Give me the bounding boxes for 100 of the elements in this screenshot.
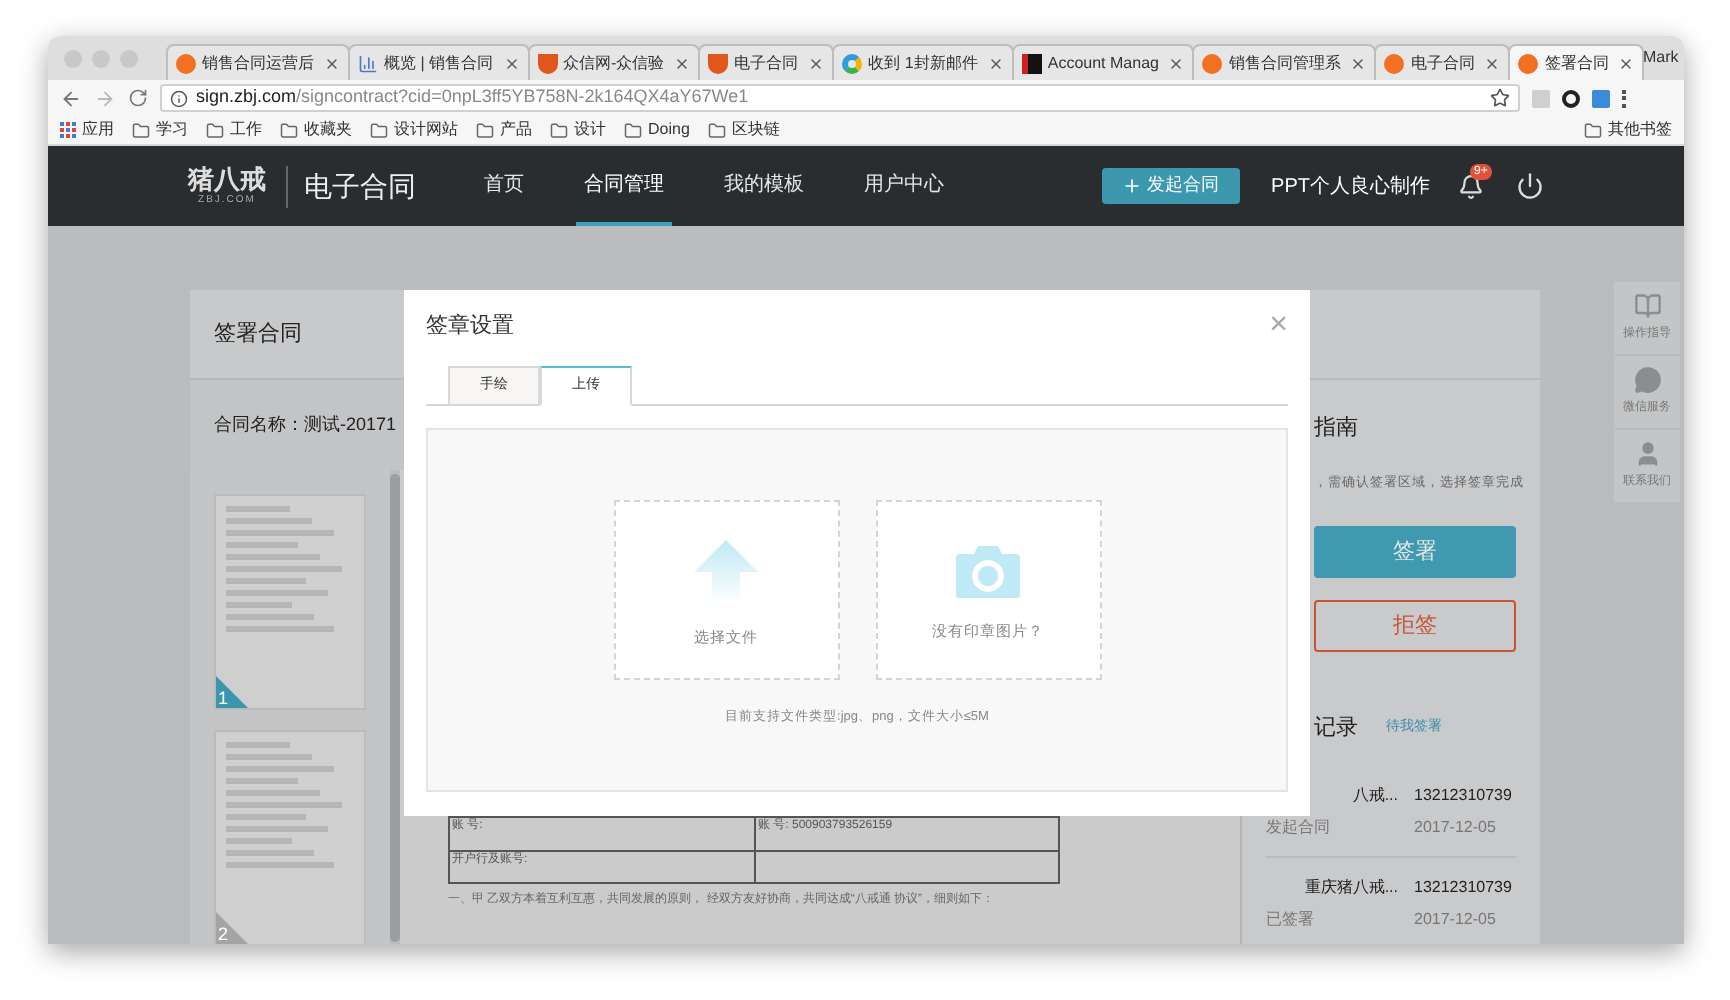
tab-title: 电子合同 <box>734 51 799 75</box>
bookmark-label: 区块链 <box>731 118 780 142</box>
browser-tab[interactable]: Account Manag <box>1011 44 1195 80</box>
site-icon <box>1518 53 1539 73</box>
bookmark-label: 应用 <box>82 118 114 142</box>
tab-title: 收到 1封新邮件 <box>868 51 978 75</box>
address-field[interactable]: sign.zbj.com/signcontract?cid=0npL3ff5YB758N-2k164QX4aY67We1 <box>160 84 1520 112</box>
record-date: 2017-12-05 <box>1414 907 1498 932</box>
folder-icon <box>624 121 642 139</box>
site-icon <box>176 53 196 73</box>
record-name: 重庆猪八戒... <box>1302 875 1400 900</box>
product-title: 电子合同 <box>286 165 416 207</box>
record-status: 已签署 <box>1266 907 1316 932</box>
site-icon <box>1021 53 1042 73</box>
record-status: 发起合同 <box>1266 815 1332 840</box>
tab-title: 销售合同运营后 <box>202 51 314 75</box>
records-title: 记录 <box>1314 714 1358 745</box>
folder-icon <box>206 121 224 139</box>
bookmark-label: 设计 <box>574 118 606 142</box>
close-tab-icon[interactable] <box>503 55 520 71</box>
close-tab-icon[interactable] <box>1168 55 1185 71</box>
close-tab-icon[interactable] <box>1484 55 1501 71</box>
folder-icon <box>550 121 568 139</box>
folder-icon <box>1584 121 1602 139</box>
close-tab-icon[interactable] <box>674 55 691 71</box>
folder-icon <box>476 121 494 139</box>
record-date: 2017-12-05 <box>1414 815 1498 840</box>
bookmark[interactable]: 学习 <box>132 118 188 142</box>
contract-name: 合同名称：测试-20171 <box>214 411 397 438</box>
browser-tab[interactable]: 电子合同 <box>698 44 835 80</box>
browser-tab[interactable]: 收到 1封新邮件 <box>832 44 1014 80</box>
close-tab-icon[interactable] <box>1350 55 1367 71</box>
nav-link[interactable]: 首页 <box>476 146 532 226</box>
browser-tab[interactable]: 签署合同 <box>1508 44 1645 80</box>
bookmark[interactable]: 区块链 <box>707 118 780 142</box>
page-title: 签署合同 <box>214 319 302 350</box>
user-name[interactable]: PPT个人良心制作 <box>1271 171 1430 201</box>
browser-tab[interactable]: 销售合同管理系 <box>1192 44 1377 80</box>
bookmark[interactable]: 设计 <box>550 118 606 142</box>
power-icon[interactable] <box>1516 172 1544 200</box>
nav-link[interactable]: 我的模板 <box>716 146 812 226</box>
bookmark-label: 收藏夹 <box>304 118 352 142</box>
logo-text: 猪八戒 <box>188 166 266 194</box>
tab-title: 销售合同管理系 <box>1228 51 1341 75</box>
record-phone: 13212310739 <box>1414 783 1514 808</box>
bookmark-label: 其他书签 <box>1608 118 1672 142</box>
folder-icon <box>707 121 726 139</box>
browser-tab[interactable]: 众信网-众信验 <box>527 44 701 80</box>
plus-icon <box>1121 176 1142 196</box>
bookmark-label: 工作 <box>230 118 262 142</box>
record-name: 八戒... <box>1350 783 1400 808</box>
bookmark-star-icon[interactable] <box>1490 88 1510 108</box>
bookmark[interactable]: 收藏夹 <box>280 118 352 142</box>
site-icon <box>1202 53 1223 73</box>
profile-name[interactable]: Mark <box>1642 46 1679 70</box>
bookmark[interactable]: 产品 <box>476 118 532 142</box>
notification-bell-icon[interactable] <box>1458 173 1484 199</box>
close-tab-icon[interactable] <box>1618 55 1635 71</box>
page-number-badge: 1 <box>216 676 248 708</box>
close-tab-icon[interactable] <box>324 55 340 71</box>
apps-grid-icon <box>60 122 76 138</box>
nav-link[interactable]: 用户中心 <box>856 146 952 226</box>
bar-chart-icon <box>358 53 378 73</box>
browser-tab[interactable]: 销售合同运营后 <box>166 44 350 80</box>
browser-tab[interactable]: 电子合同 <box>1374 44 1511 80</box>
bookmark[interactable]: 应用 <box>60 118 114 142</box>
close-tab-icon[interactable] <box>808 55 825 71</box>
close-tab-icon[interactable] <box>987 55 1004 71</box>
dialog-title: 签章设置 <box>426 311 514 342</box>
record-phone: 13212310739 <box>1414 875 1514 900</box>
tab-title: 电子合同 <box>1410 51 1475 75</box>
tab-title: 签署合同 <box>1544 51 1609 75</box>
folder-icon <box>132 121 150 139</box>
url-text: sign.zbj.com/signcontract?cid=0npL3ff5YB758N-2k164QX4aY67We1 <box>196 84 749 111</box>
bookmark[interactable]: 工作 <box>206 118 262 142</box>
bookmark-label: Doing <box>648 118 690 142</box>
reload-icon[interactable] <box>128 88 148 108</box>
bookmark-label: 产品 <box>500 118 532 142</box>
bookmark-label: 学习 <box>156 118 188 142</box>
guide-title: 指南 <box>1314 414 1360 444</box>
camera-icon <box>954 544 1022 601</box>
bookmark[interactable]: Doing <box>624 118 690 142</box>
scrollbar[interactable] <box>390 474 400 942</box>
site-icon <box>1384 53 1405 73</box>
page-number-badge: 2 <box>216 912 248 944</box>
shield-icon <box>708 53 729 73</box>
info-icon[interactable] <box>170 89 188 107</box>
folder-icon <box>370 121 388 139</box>
bookmark-label: 设计网站 <box>394 118 458 142</box>
tab-title: 众信网-众信验 <box>563 51 665 75</box>
bookmark[interactable]: 其他书签 <box>1584 118 1672 142</box>
back-icon[interactable] <box>60 87 82 109</box>
shield-icon <box>537 53 558 73</box>
browser-tab[interactable]: 概览 | 销售合同 <box>348 44 530 80</box>
tab-title: Account Manag <box>1047 51 1159 75</box>
folder-icon <box>280 121 298 139</box>
book-icon <box>1633 292 1661 320</box>
ring-icon <box>842 53 863 73</box>
bookmark[interactable]: 设计网站 <box>370 118 458 142</box>
tab-title: 概览 | 销售合同 <box>384 51 494 75</box>
